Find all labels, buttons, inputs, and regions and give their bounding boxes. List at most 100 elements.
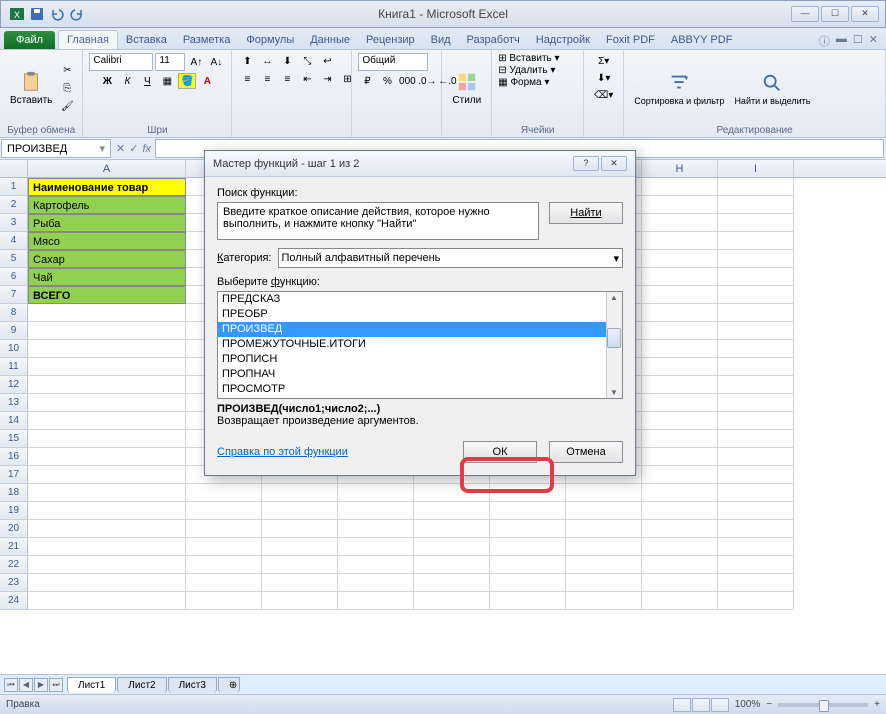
chevron-down-icon[interactable]: ▾ [99,142,105,155]
row-header[interactable]: 3 [0,214,28,232]
clear-icon[interactable]: ⌫▾ [595,87,613,103]
cell[interactable] [718,538,794,556]
tab-layout[interactable]: Разметка [175,31,239,49]
tab-developer[interactable]: Разработч [459,31,528,49]
format-painter-icon[interactable]: 🖌 [58,99,76,115]
function-list-item[interactable]: ПРОМЕЖУТОЧНЫЕ.ИТОГИ [218,337,622,352]
cell[interactable] [28,358,186,376]
cell[interactable] [28,322,186,340]
fx-icon[interactable]: fx [142,143,151,155]
cell[interactable] [28,340,186,358]
row-header[interactable]: 13 [0,394,28,412]
cell[interactable] [28,394,186,412]
tab-review[interactable]: Рецензир [358,31,423,49]
cell[interactable]: Чай [28,268,186,286]
cell[interactable] [414,502,490,520]
cell[interactable] [28,502,186,520]
cell[interactable] [186,520,262,538]
cell[interactable] [566,520,642,538]
cell[interactable] [642,520,718,538]
cell[interactable] [490,592,566,610]
function-list[interactable]: ПРЕДСКАЗПРЕОБРПРОИЗВЕДПРОМЕЖУТОЧНЫЕ.ИТОГ… [217,291,623,399]
cell[interactable] [718,358,794,376]
cell[interactable] [718,412,794,430]
align-left-icon[interactable]: ≡ [238,71,256,87]
cell[interactable] [642,484,718,502]
cell[interactable] [186,538,262,556]
function-list-item[interactable]: ПРЕОБР [218,307,622,322]
cell[interactable] [28,430,186,448]
select-all-corner[interactable] [0,160,28,177]
cell[interactable] [718,520,794,538]
cell[interactable] [566,538,642,556]
cell[interactable] [642,574,718,592]
name-box[interactable]: ПРОИЗВЕД▾ [1,139,111,158]
cell[interactable] [718,466,794,484]
list-scrollbar[interactable] [606,292,622,398]
sheet-tab[interactable]: Лист3 [168,677,217,693]
cell[interactable] [642,358,718,376]
new-sheet-button[interactable]: ⊕ [218,677,240,693]
sheet-tab[interactable]: Лист2 [117,677,166,693]
cell[interactable] [718,340,794,358]
cell[interactable] [718,286,794,304]
dialog-help-icon[interactable]: ? [573,156,599,171]
cell[interactable] [642,430,718,448]
cell[interactable] [262,484,338,502]
cell[interactable] [186,592,262,610]
cell[interactable] [718,592,794,610]
cell[interactable] [28,376,186,394]
minimize-button[interactable]: — [791,6,819,22]
cell[interactable] [642,178,718,196]
cancel-formula-icon[interactable]: ✕ [116,142,125,155]
save-icon[interactable] [29,6,45,22]
sheet-next-icon[interactable]: ▶ [34,678,48,692]
cell[interactable] [642,232,718,250]
dialog-titlebar[interactable]: Мастер функций - шаг 1 из 2 ? ✕ [205,151,635,177]
cell[interactable] [28,574,186,592]
cell[interactable] [28,556,186,574]
cell[interactable] [642,556,718,574]
styles-button[interactable]: Стили [448,69,485,108]
number-format-select[interactable]: Общий [358,53,428,71]
cell[interactable] [718,430,794,448]
cell[interactable] [718,178,794,196]
find-select-button[interactable]: Найти и выделить [730,70,814,108]
border-icon[interactable]: ▦ [158,73,176,89]
row-header[interactable]: 22 [0,556,28,574]
font-name-select[interactable]: Calibri [89,53,153,71]
cell[interactable] [642,502,718,520]
restore-icon[interactable]: ☐ [853,33,863,49]
cell[interactable] [642,304,718,322]
cell[interactable] [642,448,718,466]
zoom-out-icon[interactable]: − [766,699,772,710]
cell[interactable] [642,592,718,610]
function-list-item[interactable]: ПРОПНАЧ [218,367,622,382]
cell[interactable] [338,484,414,502]
cell[interactable] [28,538,186,556]
cell[interactable] [718,232,794,250]
zoom-level[interactable]: 100% [735,699,761,710]
cell[interactable] [642,538,718,556]
cell[interactable] [28,484,186,502]
underline-icon[interactable]: Ч [138,73,156,89]
cell[interactable] [642,376,718,394]
cell[interactable] [490,520,566,538]
tab-home[interactable]: Главная [58,30,118,49]
find-button[interactable]: Найти [549,202,623,224]
cell[interactable] [490,484,566,502]
cell[interactable] [718,484,794,502]
cell[interactable] [718,394,794,412]
row-header[interactable]: 7 [0,286,28,304]
cell[interactable] [28,466,186,484]
cell[interactable]: Мясо [28,232,186,250]
cell[interactable] [262,574,338,592]
cell[interactable] [718,322,794,340]
cell[interactable] [414,484,490,502]
delete-cells-button[interactable]: ⊟ Удалить ▾ [498,65,555,76]
cell[interactable] [490,538,566,556]
sheet-tab[interactable]: Лист1 [67,677,116,693]
cell[interactable] [642,196,718,214]
cell[interactable] [718,502,794,520]
cell[interactable]: Картофель [28,196,186,214]
